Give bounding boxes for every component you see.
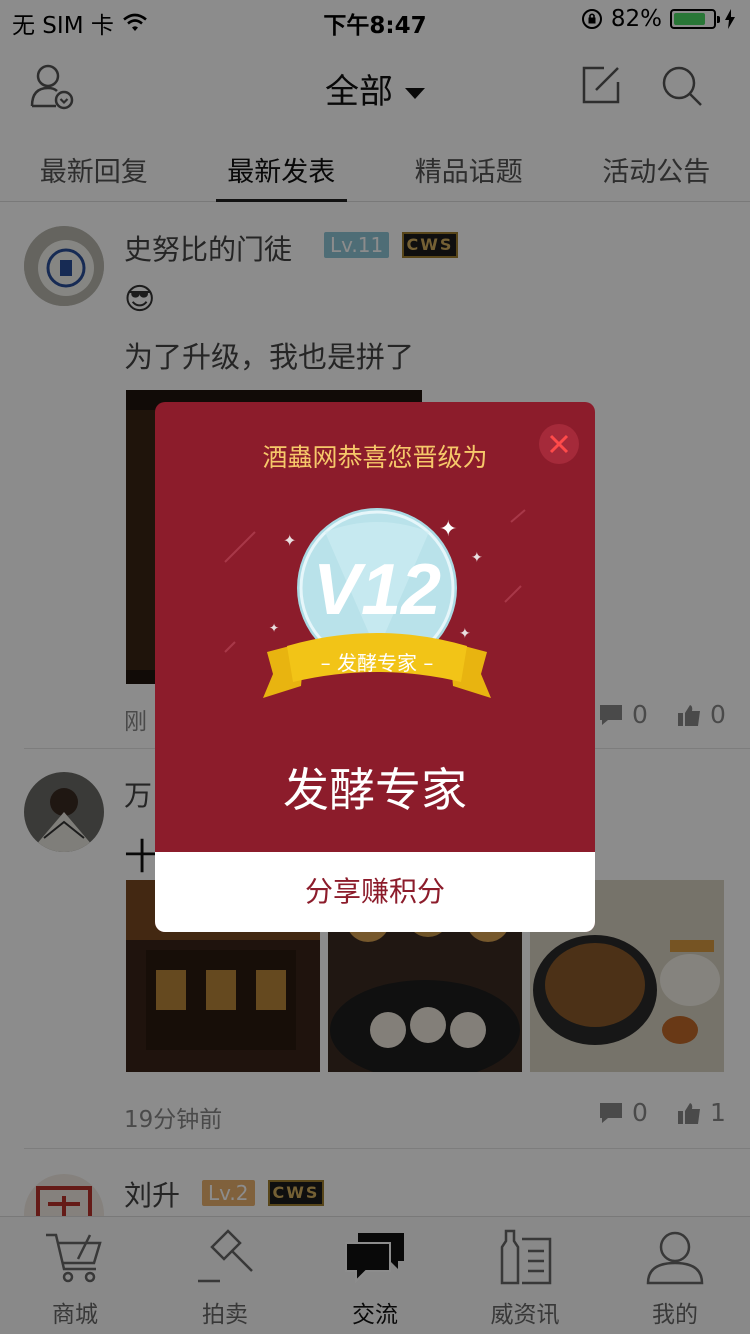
sparkle-icon: ✦: [269, 621, 279, 635]
close-button[interactable]: [539, 424, 579, 464]
share-earn-points-button[interactable]: 分享赚积分: [155, 852, 595, 932]
modal-header: 酒蟲网恭喜您晋级为: [262, 443, 488, 472]
sparkle-icon: ✦: [459, 626, 471, 642]
level-up-modal: 酒蟲网恭喜您晋级为 ✦ ✦ ✦ ✦ ✦ V12 – 发酵专家 – 发酵专家 分享…: [155, 402, 595, 932]
badge-level-text: V12: [313, 550, 441, 630]
level-badge-graphic: ✦ ✦ ✦ ✦ ✦ V12 – 发酵专家 –: [224, 508, 526, 698]
ribbon-text: – 发酵专家 –: [321, 651, 434, 675]
sparkle-icon: ✦: [283, 531, 296, 550]
close-icon: [549, 434, 569, 454]
sparkle-icon: ✦: [471, 550, 483, 566]
sparkle-icon: ✦: [439, 517, 457, 542]
modal-title: 发酵专家: [283, 763, 467, 817]
